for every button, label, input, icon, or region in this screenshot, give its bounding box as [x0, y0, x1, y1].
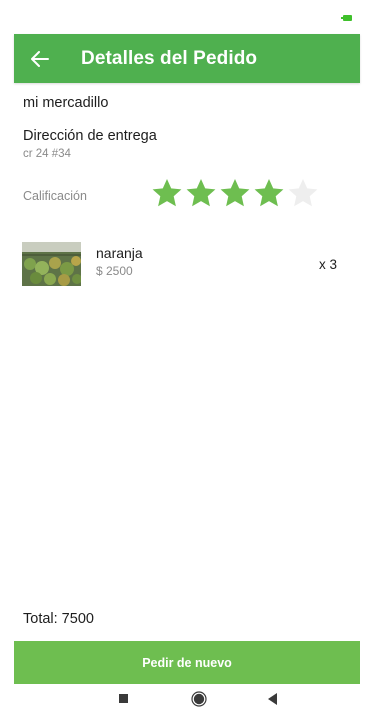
status-bar: [14, 6, 360, 34]
circle-icon[interactable]: [191, 691, 207, 707]
arrow-left-icon: [31, 50, 49, 67]
page-title: Detalles del Pedido: [81, 47, 258, 69]
back-button[interactable]: [27, 46, 53, 72]
order-total: Total: 7500: [23, 611, 94, 627]
delivery-address-value: cr 24 #34: [23, 148, 71, 160]
star-filled-icon[interactable]: [253, 177, 285, 209]
reorder-button[interactable]: Pedir de nuevo: [14, 641, 360, 684]
system-nav-bar: [14, 684, 360, 714]
triangle-back-icon[interactable]: [266, 692, 278, 706]
square-icon[interactable]: [119, 694, 128, 703]
star-filled-icon[interactable]: [151, 177, 183, 209]
list-item: naranja $ 2500 x 3: [14, 236, 360, 292]
item-quantity: x 3: [318, 257, 337, 272]
battery-icon: [341, 15, 352, 21]
item-price: $ 2500: [96, 264, 133, 278]
star-filled-icon[interactable]: [185, 177, 217, 209]
item-name: naranja: [96, 245, 143, 261]
delivery-address-label: Dirección de entrega: [23, 128, 157, 144]
star-empty-icon[interactable]: [287, 177, 319, 209]
store-name: mi mercadillo: [23, 95, 109, 111]
rating-stars[interactable]: [151, 177, 319, 209]
star-filled-icon[interactable]: [219, 177, 251, 209]
product-photo: [22, 242, 81, 286]
rating-label: Calificación: [23, 189, 87, 203]
app-bar: Detalles del Pedido: [14, 34, 360, 83]
